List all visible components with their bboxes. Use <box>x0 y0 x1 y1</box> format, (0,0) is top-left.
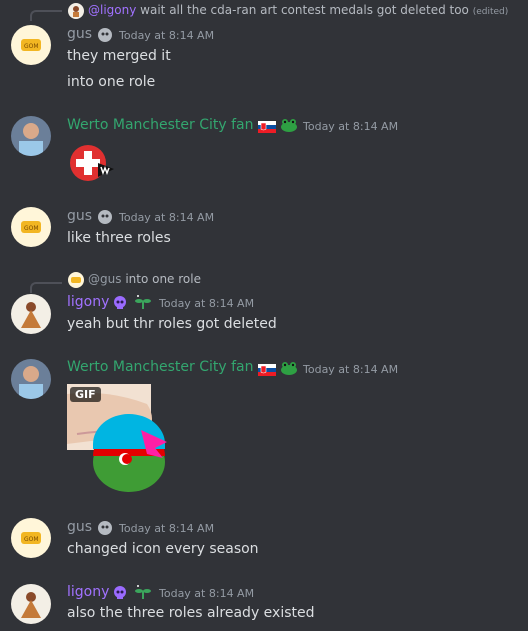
plant-emoji-icon <box>135 585 151 599</box>
message-text: yeah but thr roles got deleted <box>67 316 277 332</box>
timestamp[interactable]: Today at 8:14 AM <box>159 587 254 600</box>
reply-connector <box>30 10 62 21</box>
avatar[interactable] <box>11 584 51 624</box>
message-text: they merged it <box>67 48 171 64</box>
frog-emoji-icon <box>281 362 297 375</box>
avatar[interactable] <box>11 359 51 399</box>
reply-preview[interactable]: @gus into one role <box>88 272 201 286</box>
message-text: into one role <box>67 74 156 90</box>
gif-label: GIF <box>70 387 101 402</box>
avatar[interactable]: GOM <box>11 25 51 65</box>
avatar[interactable] <box>11 294 51 334</box>
author-name[interactable]: gus <box>67 519 92 535</box>
reply-text: into one role <box>125 272 201 286</box>
reply-connector <box>30 282 62 293</box>
reply-mention[interactable]: @ligony <box>88 3 136 17</box>
frog-emoji-icon <box>281 119 297 132</box>
reply-text: wait all the cda-ran art contest medals … <box>140 3 469 17</box>
slovakia-flag-icon <box>258 121 276 133</box>
avatar[interactable]: GOM <box>11 207 51 247</box>
reply-avatar-ligony[interactable] <box>68 3 84 19</box>
author-name[interactable]: gus <box>67 208 92 224</box>
svg-text:GOM: GOM <box>24 225 39 232</box>
author-name[interactable]: Werto Manchester City fan <box>67 117 253 133</box>
purple-skull-emoji-icon <box>114 296 126 309</box>
timestamp[interactable]: Today at 8:14 AM <box>303 363 398 376</box>
plant-emoji-icon <box>135 295 151 309</box>
edited-label: (edited) <box>472 7 509 17</box>
timestamp[interactable]: Today at 8:14 AM <box>119 522 214 535</box>
robot-badge <box>98 521 112 535</box>
author-name[interactable]: Werto Manchester City fan <box>67 359 253 375</box>
avatar[interactable]: GOM <box>11 518 51 558</box>
purple-skull-emoji-icon <box>114 586 126 599</box>
robot-badge <box>98 210 112 224</box>
timestamp[interactable]: Today at 8:14 AM <box>303 120 398 133</box>
slovakia-flag-icon <box>258 364 276 376</box>
timestamp[interactable]: Today at 8:14 AM <box>159 297 254 310</box>
timestamp[interactable]: Today at 8:14 AM <box>119 211 214 224</box>
svg-text:GOM: GOM <box>24 43 39 50</box>
message-text: changed icon every season <box>67 541 259 557</box>
svg-text:GOM: GOM <box>24 536 39 543</box>
timestamp[interactable]: Today at 8:14 AM <box>119 29 214 42</box>
robot-badge <box>98 28 112 42</box>
reply-mention[interactable]: @gus <box>88 272 121 286</box>
avatar[interactable] <box>11 116 51 156</box>
message-text: also the three roles already existed <box>67 605 315 621</box>
swiss-ball-sticker[interactable] <box>68 143 116 183</box>
author-name[interactable]: gus <box>67 26 92 42</box>
author-name[interactable]: ligony <box>67 294 109 310</box>
reply-preview[interactable]: @ligony wait all the cda-ran art contest… <box>88 3 508 17</box>
message-text: like three roles <box>67 230 171 246</box>
reply-avatar-gus[interactable] <box>68 272 84 288</box>
author-name[interactable]: ligony <box>67 584 109 600</box>
